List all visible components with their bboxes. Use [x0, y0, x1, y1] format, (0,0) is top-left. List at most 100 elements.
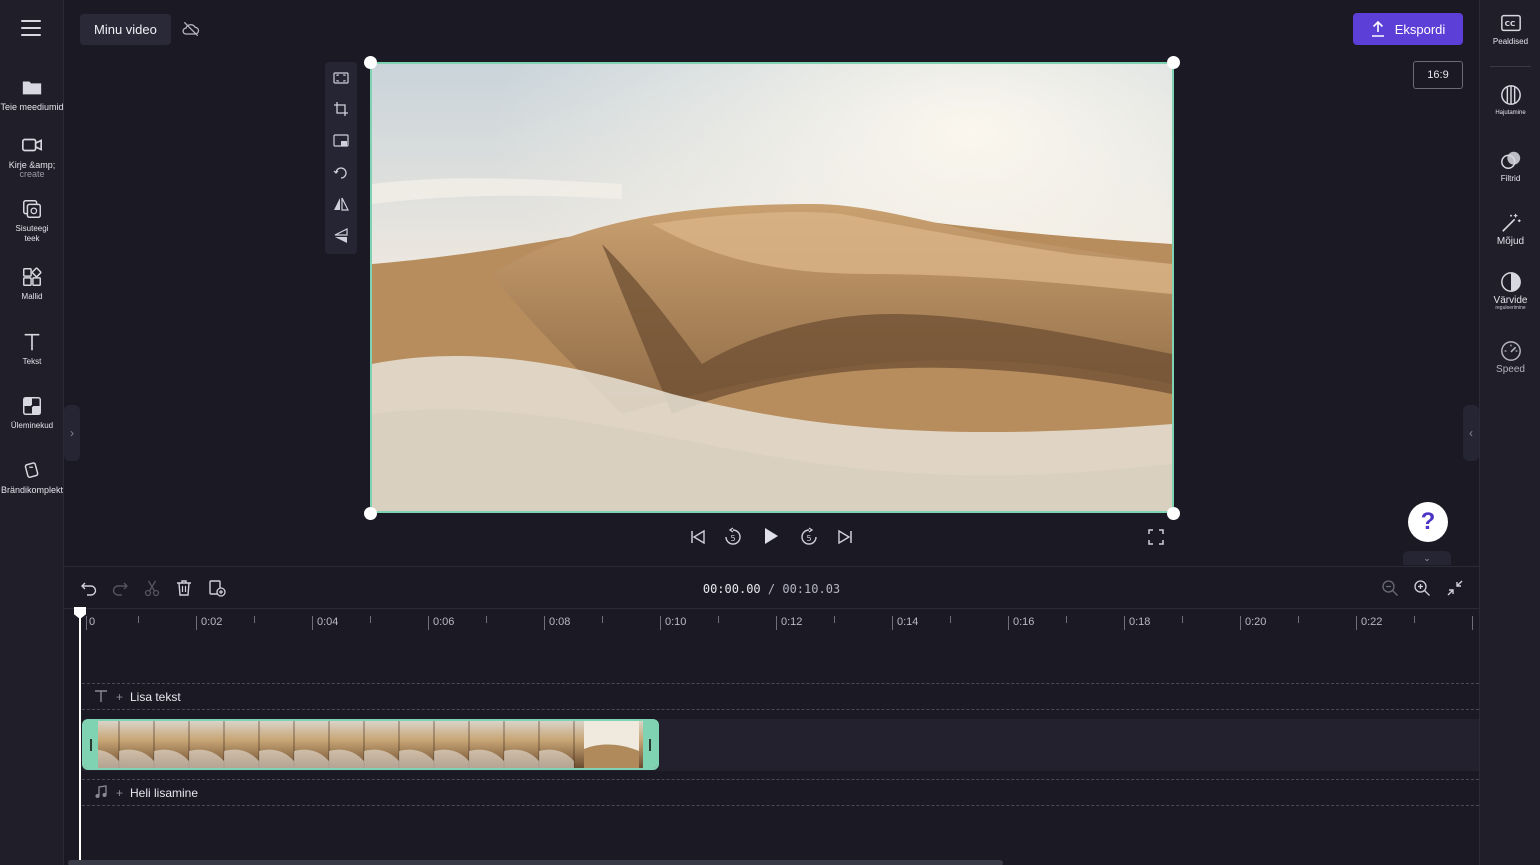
resize-handle-top-right[interactable]: [1167, 56, 1180, 69]
help-button[interactable]: ?: [1408, 502, 1448, 542]
ruler-tick: [602, 616, 603, 623]
timeline-scrollbar[interactable]: [68, 860, 1003, 865]
add-plus-icon: +: [116, 786, 124, 800]
speed-icon: [1500, 341, 1521, 361]
ruler-tick: [486, 616, 487, 623]
sidebar-item-label: Tekst: [22, 357, 42, 366]
timeline-ruler[interactable]: 0 0:02 0:04 0:06 0:08 0:10 0:12 0:14 0:1…: [64, 608, 1479, 633]
rotate-icon[interactable]: [333, 165, 349, 181]
flip-horizontal-icon[interactable]: [333, 196, 349, 212]
ruler-tick: [776, 616, 777, 630]
ruler-tick: [138, 616, 139, 623]
ruler-label: 0:20: [1245, 616, 1267, 628]
ruler-tick: [834, 616, 835, 623]
zoom-in-icon[interactable]: [1413, 579, 1431, 597]
rewind-5s-icon[interactable]: 5: [723, 527, 743, 547]
ruler-label: 0:14: [897, 616, 919, 628]
picture-in-picture-icon[interactable]: [333, 133, 349, 149]
ruler-tick: [544, 616, 545, 630]
sidebar-item-label: Sisuteegi: [15, 224, 49, 233]
ruler-tick: [1414, 616, 1415, 623]
ruler-tick: [1240, 616, 1241, 630]
aspect-ratio-button[interactable]: 16:9: [1413, 61, 1463, 89]
right-panel-expand-handle[interactable]: ‹: [1463, 405, 1479, 461]
playhead[interactable]: [79, 611, 81, 865]
flip-vertical-icon[interactable]: [333, 228, 349, 244]
ruler-label: 0:02: [201, 616, 223, 628]
zoom-out-icon[interactable]: [1381, 579, 1399, 597]
sidebar-item-color-adjust[interactable]: Värvide reguleerimine: [1480, 271, 1540, 311]
text-icon: [24, 333, 40, 351]
video-clip[interactable]: [82, 719, 659, 770]
ruler-tick: [892, 616, 893, 630]
sidebar-item-label: Mallid: [21, 292, 43, 301]
sidebar-item-label: Speed: [1496, 364, 1525, 375]
sidebar-divider: [1490, 66, 1531, 67]
ruler-tick: [1356, 616, 1357, 630]
sidebar-item-content-library[interactable]: Sisuteegi teek: [0, 198, 64, 243]
ruler-label: 0:08: [549, 616, 571, 628]
sidebar-item-sublabel: reguleerimine: [1495, 305, 1526, 311]
skip-to-end-icon[interactable]: [835, 527, 855, 547]
upload-icon: [1371, 21, 1384, 37]
ruler-tick: [660, 616, 661, 630]
export-button[interactable]: Ekspordi: [1353, 13, 1463, 45]
sidebar-item-captions[interactable]: CC Pealdised: [1480, 12, 1540, 46]
play-icon[interactable]: [761, 526, 781, 546]
forward-5s-icon[interactable]: 5: [799, 527, 819, 547]
fit-timeline-icon[interactable]: [1446, 579, 1464, 597]
text-track-icon: [95, 690, 107, 702]
cloud-offline-icon[interactable]: [181, 19, 201, 39]
sidebar-item-label: Teie meediumid: [0, 102, 64, 112]
sidebar-item-label: Hajutamine: [1495, 110, 1526, 116]
sidebar-item-your-media[interactable]: Teie meediumid: [0, 76, 64, 112]
color-adjust-icon: [1500, 272, 1521, 292]
hamburger-menu-icon[interactable]: [21, 20, 41, 38]
ruler-label: 0:18: [1129, 616, 1151, 628]
svg-text:5: 5: [731, 534, 736, 543]
ruler-label: 0:10: [665, 616, 687, 628]
text-track[interactable]: + Lisa tekst: [82, 683, 1479, 710]
sidebar-item-text[interactable]: Tekst: [0, 331, 64, 367]
sidebar-item-templates[interactable]: Mallid: [0, 266, 64, 302]
add-audio-label[interactable]: Heli lisamine: [130, 786, 198, 800]
left-panel-expand-handle[interactable]: ›: [64, 405, 80, 461]
ruler-tick: [428, 616, 429, 630]
fit-icon[interactable]: [333, 70, 349, 86]
audio-track[interactable]: + Heli lisamine: [82, 779, 1479, 806]
filters-icon: [1500, 151, 1520, 169]
sidebar-item-fade[interactable]: Hajutamine: [1480, 84, 1540, 118]
svg-text:5: 5: [807, 534, 812, 543]
clip-filmstrip: [84, 721, 657, 768]
resize-handle-bottom-right[interactable]: [1167, 507, 1180, 520]
ruler-label: 0: [89, 616, 96, 628]
ruler-label: 0:16: [1013, 616, 1035, 628]
sidebar-item-speed[interactable]: Speed: [1480, 340, 1540, 375]
add-plus-icon: +: [116, 690, 124, 704]
brand-kit-icon: [24, 462, 39, 478]
crop-icon[interactable]: [333, 101, 349, 117]
total-time: 00:10.03: [782, 582, 841, 596]
right-sidebar: CC Pealdised Hajutamine Filtrid Mõjud Vä…: [1479, 0, 1540, 865]
resize-handle-top-left[interactable]: [364, 56, 377, 69]
ruler-label: 0:04: [317, 616, 339, 628]
sidebar-item-record-create[interactable]: Kirje &amp; create: [0, 134, 64, 179]
camera-icon: [22, 138, 42, 152]
sidebar-item-filters[interactable]: Filtrid: [1480, 149, 1540, 183]
sidebar-item-brand-kit[interactable]: Brändikomplekt: [0, 459, 64, 495]
project-title-input[interactable]: Minu video: [80, 14, 171, 45]
clip-trim-handle-right[interactable]: [643, 721, 657, 768]
ruler-label: 0:06: [433, 616, 455, 628]
add-text-label[interactable]: Lisa tekst: [130, 690, 181, 704]
sidebar-item-label: Mõjud: [1496, 236, 1525, 247]
fullscreen-icon[interactable]: [1146, 527, 1166, 547]
sidebar-item-effects[interactable]: Mõjud: [1480, 212, 1540, 247]
sidebar-item-transitions[interactable]: Üleminekud: [0, 395, 64, 431]
ruler-tick: [1124, 616, 1125, 630]
help-collapse-chevron-icon[interactable]: ⌄: [1403, 551, 1451, 565]
skip-to-start-icon[interactable]: [688, 527, 708, 547]
clip-trim-handle-left[interactable]: [84, 721, 98, 768]
video-preview[interactable]: [370, 62, 1174, 513]
export-label: Ekspordi: [1394, 21, 1446, 37]
resize-handle-bottom-left[interactable]: [364, 507, 377, 520]
